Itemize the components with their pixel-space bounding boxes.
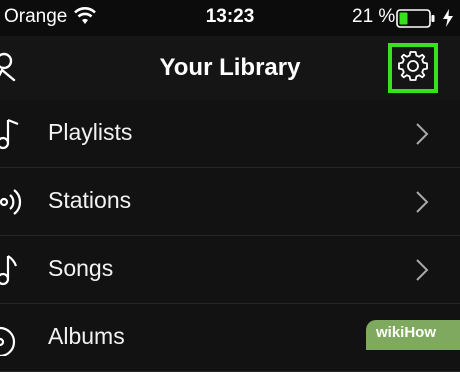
- settings-button[interactable]: [388, 43, 438, 93]
- nav-bar: Your Library: [0, 36, 460, 100]
- album-icon: [0, 320, 22, 361]
- music-note-icon: [0, 252, 22, 293]
- list-item-label: Playlists: [48, 119, 133, 145]
- list-item-stations[interactable]: Stations: [0, 168, 460, 236]
- chevron-right-icon: [414, 258, 430, 287]
- list-item-label: Albums: [48, 323, 125, 349]
- status-bar: Orange 13:23 21 %: [0, 0, 460, 36]
- list-item-label: Stations: [48, 187, 132, 213]
- charging-bolt-icon: [442, 9, 454, 33]
- watermark-text: wikiHow: [376, 324, 437, 341]
- radio-icon: [0, 184, 22, 225]
- chevron-right-icon: [414, 190, 430, 219]
- list-item-label: Songs: [48, 255, 114, 281]
- wikihow-watermark: wikiHow: [366, 320, 460, 350]
- music-note-icon: [0, 116, 22, 157]
- battery-icon: [396, 9, 436, 35]
- list-item-songs[interactable]: Songs: [0, 236, 460, 304]
- list-item-playlists[interactable]: Playlists: [0, 100, 460, 168]
- chevron-right-icon: [414, 122, 430, 151]
- gear-icon: [396, 49, 430, 88]
- battery-percent: 21 %: [352, 6, 396, 27]
